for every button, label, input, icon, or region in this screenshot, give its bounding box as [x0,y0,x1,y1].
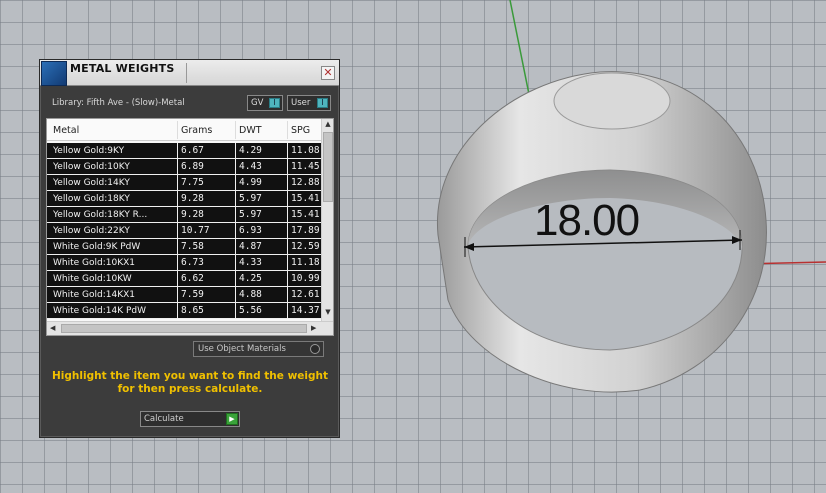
cell-dwt: 5.56 [239,305,262,316]
table-row[interactable]: White Gold:10KW 6.62 4.25 10.99 [47,271,321,287]
table-row[interactable]: Yellow Gold:10KY 6.89 4.43 11.45 [47,159,321,175]
radio-icon[interactable] [310,344,320,354]
cell-dwt: 6.93 [239,225,262,236]
cell-dwt: 4.88 [239,289,262,300]
cell-spg: 12.61 [291,289,320,300]
cell-grams: 9.28 [181,209,204,220]
instruction-line-1: Highlight the item you want to find the … [52,370,328,382]
scroll-right-icon[interactable]: ▶ [311,324,316,332]
table-row[interactable]: Yellow Gold:18KY R... 9.28 5.97 15.41 [47,207,321,223]
cell-dwt: 4.87 [239,241,262,252]
cell-spg: 11.45 [291,161,320,172]
user-toggle-label: User [291,98,311,108]
cell-grams: 6.73 [181,257,204,268]
cell-spg: 10.99 [291,273,320,284]
vertical-scroll-thumb[interactable] [323,132,333,202]
use-object-materials-label: Use Object Materials [198,344,286,354]
cell-metal: White Gold:9K PdW [53,242,141,252]
cell-dwt: 4.43 [239,161,262,172]
scroll-left-icon[interactable]: ◀ [50,324,55,332]
cell-dwt: 5.97 [239,209,262,220]
cell-grams: 6.89 [181,161,204,172]
play-arrow-icon[interactable]: ▶ [226,413,238,425]
cell-spg: 11.18 [291,257,320,268]
cell-spg: 17.89 [291,225,320,236]
cell-metal: Yellow Gold:18KY [53,194,130,204]
cell-metal: White Gold:14KX1 [53,290,136,300]
cell-grams: 6.67 [181,145,204,156]
library-label: Library: Fifth Ave - (Slow)-Metal [52,98,185,108]
cell-metal: Yellow Gold:14KY [53,178,130,188]
cell-spg: 15.41 [291,209,320,220]
calculate-label: Calculate [144,414,184,424]
toggle-knob-icon: I [269,98,280,108]
cell-metal: White Gold:10KW [53,274,132,284]
use-object-materials-option[interactable]: Use Object Materials [193,341,324,357]
cell-grams: 7.75 [181,177,204,188]
table-row[interactable]: White Gold:9K PdW 7.58 4.87 12.59 [47,239,321,255]
table-row[interactable]: Yellow Gold:14KY 7.75 4.99 12.88 [47,175,321,191]
table-body: Yellow Gold:9KY 6.67 4.29 11.08 Yellow Gold:… [47,143,321,321]
cell-grams: 10.77 [181,225,210,236]
metal-table: Metal Grams DWT SPG Yellow Gold:9KY 6.67 4… [46,118,334,336]
cell-dwt: 4.33 [239,257,262,268]
cell-dwt: 5.97 [239,193,262,204]
instruction-text: Highlight the item you want to find the … [48,370,332,396]
cell-metal: White Gold:14K PdW [53,306,147,316]
table-row[interactable]: Yellow Gold:9KY 6.67 4.29 11.08 [47,143,321,159]
cell-dwt: 4.25 [239,273,262,284]
title-separator [186,63,187,83]
cell-grams: 6.62 [181,273,204,284]
cell-metal: White Gold:10KX1 [53,258,136,268]
table-row[interactable]: White Gold:14K PdW 8.65 5.56 14.37 [47,303,321,319]
cell-spg: 14.37 [291,305,320,316]
cell-grams: 7.59 [181,289,204,300]
toggle-knob-icon: I [317,98,328,108]
horizontal-scroll-thumb[interactable] [61,324,307,333]
column-header-grams[interactable]: Grams [181,125,212,136]
cell-grams: 9.28 [181,193,204,204]
panel-titlebar[interactable]: METAL WEIGHTS ✕ [40,60,339,86]
user-toggle[interactable]: User I [287,95,331,111]
table-header: Metal Grams DWT SPG [47,119,321,141]
horizontal-scrollbar[interactable]: ◀ ▶ [47,321,333,335]
column-header-metal[interactable]: Metal [53,125,79,136]
column-header-dwt[interactable]: DWT [239,125,262,136]
cell-metal: Yellow Gold:18KY R... [53,210,148,220]
scroll-down-icon[interactable]: ▼ [323,308,333,318]
table-row[interactable]: Yellow Gold:22KY 10.77 6.93 17.89 [47,223,321,239]
dimension-value: 18.00 [534,196,640,245]
gv-toggle-label: GV [251,98,264,108]
metal-weights-panel: METAL WEIGHTS ✕ Library: Fifth Ave - (Sl… [39,59,340,438]
cell-metal: Yellow Gold:22KY [53,226,130,236]
calculate-button[interactable]: Calculate ▶ [140,411,240,427]
cell-metal: Yellow Gold:10KY [53,162,130,172]
instruction-line-2: for then press calculate. [117,383,263,395]
column-header-spg[interactable]: SPG [291,125,310,136]
table-row[interactable]: White Gold:10KX1 6.73 4.33 11.18 [47,255,321,271]
cell-metal: Yellow Gold:9KY [53,146,125,156]
gv-toggle[interactable]: GV I [247,95,283,111]
cell-spg: 12.59 [291,241,320,252]
app-logo-icon [41,61,67,86]
cell-grams: 7.58 [181,241,204,252]
cell-spg: 15.41 [291,193,320,204]
table-row[interactable]: Yellow Gold:18KY 9.28 5.97 15.41 [47,191,321,207]
panel-title: METAL WEIGHTS [70,62,175,75]
cell-dwt: 4.29 [239,145,262,156]
table-row[interactable]: White Gold:14KX1 7.59 4.88 12.61 [47,287,321,303]
cell-dwt: 4.99 [239,177,262,188]
signet-face [553,72,671,130]
cell-spg: 12.88 [291,177,320,188]
vertical-scrollbar[interactable]: ▲ ▼ [321,119,333,321]
scroll-up-icon[interactable]: ▲ [323,120,333,130]
close-icon[interactable]: ✕ [321,66,335,80]
cell-grams: 8.65 [181,305,204,316]
cell-spg: 11.08 [291,145,320,156]
